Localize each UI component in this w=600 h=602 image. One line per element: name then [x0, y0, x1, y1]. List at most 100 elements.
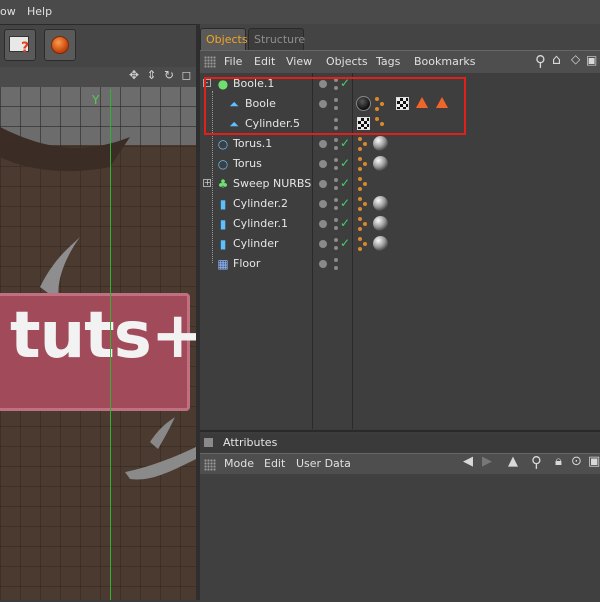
editor-visibility-dot[interactable]	[319, 140, 327, 148]
render-visibility-dot[interactable]	[334, 178, 338, 182]
phong-tag-icon[interactable]	[358, 157, 368, 171]
menu-edit[interactable]: Edit	[254, 55, 275, 68]
editor-visibility-dot[interactable]	[319, 160, 327, 168]
settings-icon[interactable]: ⊙	[571, 454, 582, 469]
editor-visibility-dot[interactable]	[319, 260, 327, 268]
material-tag-icon[interactable]	[373, 136, 388, 151]
globe-icon	[51, 36, 69, 54]
search-icon[interactable]: ⚲	[531, 453, 542, 471]
object-row-cylinder[interactable]: ▮ Cylinder ✓	[200, 234, 600, 254]
material-tag-icon[interactable]	[373, 196, 388, 211]
menu-file[interactable]: File	[224, 55, 242, 68]
torus-icon: ○	[217, 137, 229, 151]
menu-item-help[interactable]: Help	[27, 5, 52, 18]
menu-mode[interactable]: Mode	[224, 457, 254, 470]
object-row-sweep-nurbs[interactable]: + ♣ Sweep NURBS ✓	[200, 174, 600, 194]
home-icon[interactable]: ⌂	[552, 52, 561, 68]
enabled-check-icon[interactable]: ✓	[340, 196, 350, 210]
cylinder-icon: ▮	[219, 217, 227, 231]
render-visibility-dot[interactable]	[334, 138, 338, 142]
menu-view[interactable]: View	[286, 55, 312, 68]
tab-objects[interactable]: Objects	[200, 28, 248, 50]
menu-bookmarks[interactable]: Bookmarks	[414, 55, 475, 68]
render-visibility-dot[interactable]	[334, 266, 338, 270]
object-name: Cylinder.1	[233, 217, 289, 230]
render-visibility-dot[interactable]	[334, 186, 338, 190]
render-to-picture-viewer-button[interactable]	[44, 29, 76, 61]
search-icon[interactable]: ⚲	[535, 52, 546, 70]
menu-bar: ow Help	[0, 0, 600, 25]
grip-icon[interactable]	[204, 459, 216, 471]
editor-visibility-dot[interactable]	[319, 240, 327, 248]
menu-tags[interactable]: Tags	[376, 55, 400, 68]
render-visibility-dot[interactable]	[334, 258, 338, 262]
cylinder-icon: ▮	[219, 237, 227, 251]
render-visibility-dot[interactable]	[334, 226, 338, 230]
attributes-body	[200, 474, 600, 602]
object-row-floor[interactable]: ▦ Floor	[200, 254, 600, 274]
render-visibility-dot[interactable]	[334, 206, 338, 210]
menu-objects[interactable]: Objects	[326, 55, 368, 68]
object-name: Floor	[233, 257, 261, 270]
attributes-title: Attributes	[223, 436, 278, 449]
render-visibility-dot[interactable]	[334, 218, 338, 222]
torus-icon: ○	[217, 157, 229, 171]
scene-swoosh-shape	[125, 447, 196, 480]
render-visibility-dot[interactable]	[334, 198, 338, 202]
editor-visibility-dot[interactable]	[319, 180, 327, 188]
move-view-icon[interactable]: ✥	[128, 69, 140, 81]
expand-toggle-icon[interactable]: +	[203, 179, 211, 187]
lock-icon[interactable]: 🔒︎	[555, 454, 562, 469]
render-visibility-dot[interactable]	[334, 238, 338, 242]
enabled-check-icon[interactable]: ✓	[340, 236, 350, 250]
new-view-icon[interactable]: ▣	[586, 53, 597, 67]
render-settings-button[interactable]: ?	[4, 29, 36, 61]
object-name: Sweep NURBS	[233, 177, 312, 190]
rotate-view-icon[interactable]: ↻	[163, 69, 175, 81]
object-row-torus-1[interactable]: ○ Torus.1 ✓	[200, 134, 600, 154]
selection-highlight-box	[204, 77, 466, 135]
enabled-check-icon[interactable]: ✓	[340, 156, 350, 170]
grip-icon[interactable]	[204, 56, 216, 68]
object-name: Torus	[233, 157, 262, 170]
object-row-torus[interactable]: ○ Torus ✓	[200, 154, 600, 174]
material-tag-icon[interactable]	[373, 216, 388, 231]
panel-icon	[204, 438, 213, 447]
phong-tag-icon[interactable]	[358, 217, 368, 231]
phong-tag-icon[interactable]	[358, 177, 368, 191]
new-view-icon[interactable]: ▣	[588, 454, 600, 469]
up-arrow-icon[interactable]: ▲	[508, 454, 518, 469]
material-tag-icon[interactable]	[373, 156, 388, 171]
enabled-check-icon[interactable]: ✓	[340, 216, 350, 230]
zoom-view-icon[interactable]: ⇕	[146, 69, 158, 81]
phong-tag-icon[interactable]	[358, 197, 368, 211]
render-visibility-dot[interactable]	[334, 246, 338, 250]
question-mark-icon: ?	[21, 40, 30, 56]
phong-tag-icon[interactable]	[358, 137, 368, 151]
menu-item-window[interactable]: ow	[0, 5, 16, 18]
forward-arrow-icon[interactable]: ▶	[482, 454, 492, 469]
diamond-icon[interactable]: ◇	[571, 52, 580, 66]
object-row-cylinder-2[interactable]: ▮ Cylinder.2 ✓	[200, 194, 600, 214]
object-name: Cylinder.2	[233, 197, 289, 210]
object-row-cylinder-1[interactable]: ▮ Cylinder.1 ✓	[200, 214, 600, 234]
tab-structure[interactable]: Structure	[248, 28, 305, 50]
editor-visibility-dot[interactable]	[319, 200, 327, 208]
render-visibility-dot[interactable]	[334, 166, 338, 170]
enabled-check-icon[interactable]: ✓	[340, 136, 350, 150]
render-visibility-dot[interactable]	[334, 146, 338, 150]
editor-visibility-dot[interactable]	[319, 220, 327, 228]
y-axis-label: Y	[92, 93, 100, 107]
menu-edit[interactable]: Edit	[264, 457, 285, 470]
menu-user-data[interactable]: User Data	[296, 457, 351, 470]
scene-swoosh-shape	[150, 417, 175, 449]
phong-tag-icon[interactable]	[358, 237, 368, 251]
object-name: Torus.1	[233, 137, 273, 150]
viewport-header: ✥ ⇕ ↻ ◻	[0, 67, 196, 87]
enabled-check-icon[interactable]: ✓	[340, 176, 350, 190]
viewport[interactable]: ✥ ⇕ ↻ ◻ tuts+ Y	[0, 67, 196, 600]
render-visibility-dot[interactable]	[334, 158, 338, 162]
material-tag-icon[interactable]	[373, 236, 388, 251]
back-arrow-icon[interactable]: ◀	[463, 454, 473, 469]
maximize-view-icon[interactable]: ◻	[181, 69, 193, 81]
